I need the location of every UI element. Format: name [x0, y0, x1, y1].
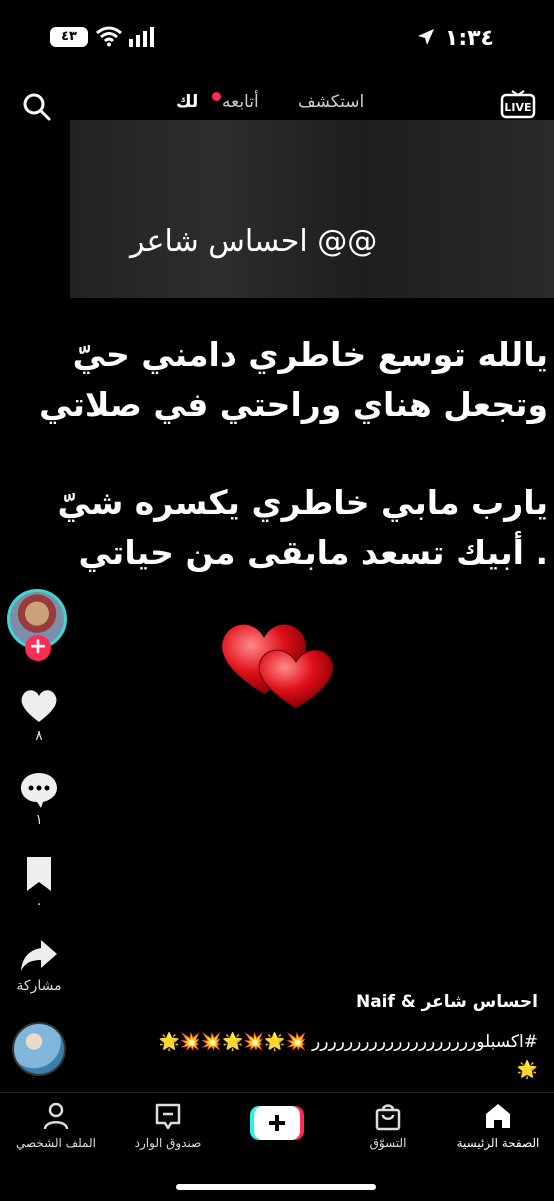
status-time: ١:٣٤: [444, 26, 494, 51]
likes-count: ٨: [35, 728, 43, 744]
nav-shop-label: التسوّق: [369, 1136, 407, 1150]
poem-line: يالله توسع خاطري دامني حيّ: [72, 335, 548, 374]
cellular-signal-icon: [129, 27, 154, 47]
comment-icon[interactable]: [19, 770, 59, 810]
nav-home[interactable]: الصفحة الرئيسية: [448, 1100, 548, 1150]
nav-inbox[interactable]: صندوق الوارد: [118, 1100, 218, 1150]
tab-following[interactable]: أتابعه: [222, 92, 259, 112]
profile-person-icon: [43, 1102, 69, 1130]
wifi-icon: [96, 26, 122, 47]
share-arrow-icon[interactable]: [19, 936, 59, 976]
comments-count: ١: [35, 812, 43, 828]
nav-inbox-label: صندوق الوارد: [134, 1136, 202, 1150]
nav-profile-label: الملف الشخصي: [16, 1136, 96, 1150]
search-icon[interactable]: [22, 92, 52, 122]
svg-text:LIVE: LIVE: [504, 101, 531, 114]
inbox-message-icon: [155, 1103, 181, 1130]
video-overlay-title: احساس شاعر @@: [130, 224, 378, 259]
battery-indicator: ٤٣: [50, 27, 88, 47]
nav-home-label: الصفحة الرئيسية: [456, 1136, 540, 1150]
home-icon: [486, 1104, 510, 1128]
location-arrow-icon: [418, 29, 434, 45]
poem-line: أبيك تسعد مابقى من حياتي .: [78, 533, 548, 572]
like-heart-icon[interactable]: [19, 686, 59, 726]
saves-count: ٠: [35, 896, 43, 912]
home-indicator: [176, 1184, 376, 1190]
poem-stanza-2: يارب مابي خاطري يكسره شيّ أبيك تسعد مابق…: [28, 478, 548, 578]
follow-plus-button[interactable]: +: [25, 635, 51, 661]
caption-text: #اكسبلورررررررررررررررررررر 💥🌟💥🌟💥💥🌟 🌟: [158, 1032, 538, 1080]
create-plus-button[interactable]: [250, 1106, 304, 1140]
live-icon[interactable]: LIVE: [500, 90, 536, 120]
nav-shop[interactable]: التسوّق: [338, 1100, 438, 1150]
bookmark-icon[interactable]: [19, 854, 59, 894]
poem-line: وتجعل هناي وراحتي في صلاتي: [39, 385, 548, 424]
nav-profile[interactable]: الملف الشخصي: [6, 1100, 106, 1150]
shopping-bag-icon: [375, 1104, 401, 1131]
tab-explore[interactable]: استكشف: [298, 92, 364, 112]
notification-dot: [212, 92, 221, 101]
tab-for-you[interactable]: لك: [176, 92, 198, 112]
share-label: مشاركة: [16, 978, 62, 994]
caption-username[interactable]: احساس شاعر & Naif: [356, 992, 538, 1012]
poem-line: يارب مابي خاطري يكسره شيّ: [57, 483, 548, 522]
music-disc[interactable]: [12, 1022, 66, 1076]
poem-stanza-1: يالله توسع خاطري دامني حيّ وتجعل هناي ور…: [28, 330, 548, 430]
video-frame[interactable]: [70, 120, 554, 298]
two-hearts-icon: [222, 624, 334, 709]
